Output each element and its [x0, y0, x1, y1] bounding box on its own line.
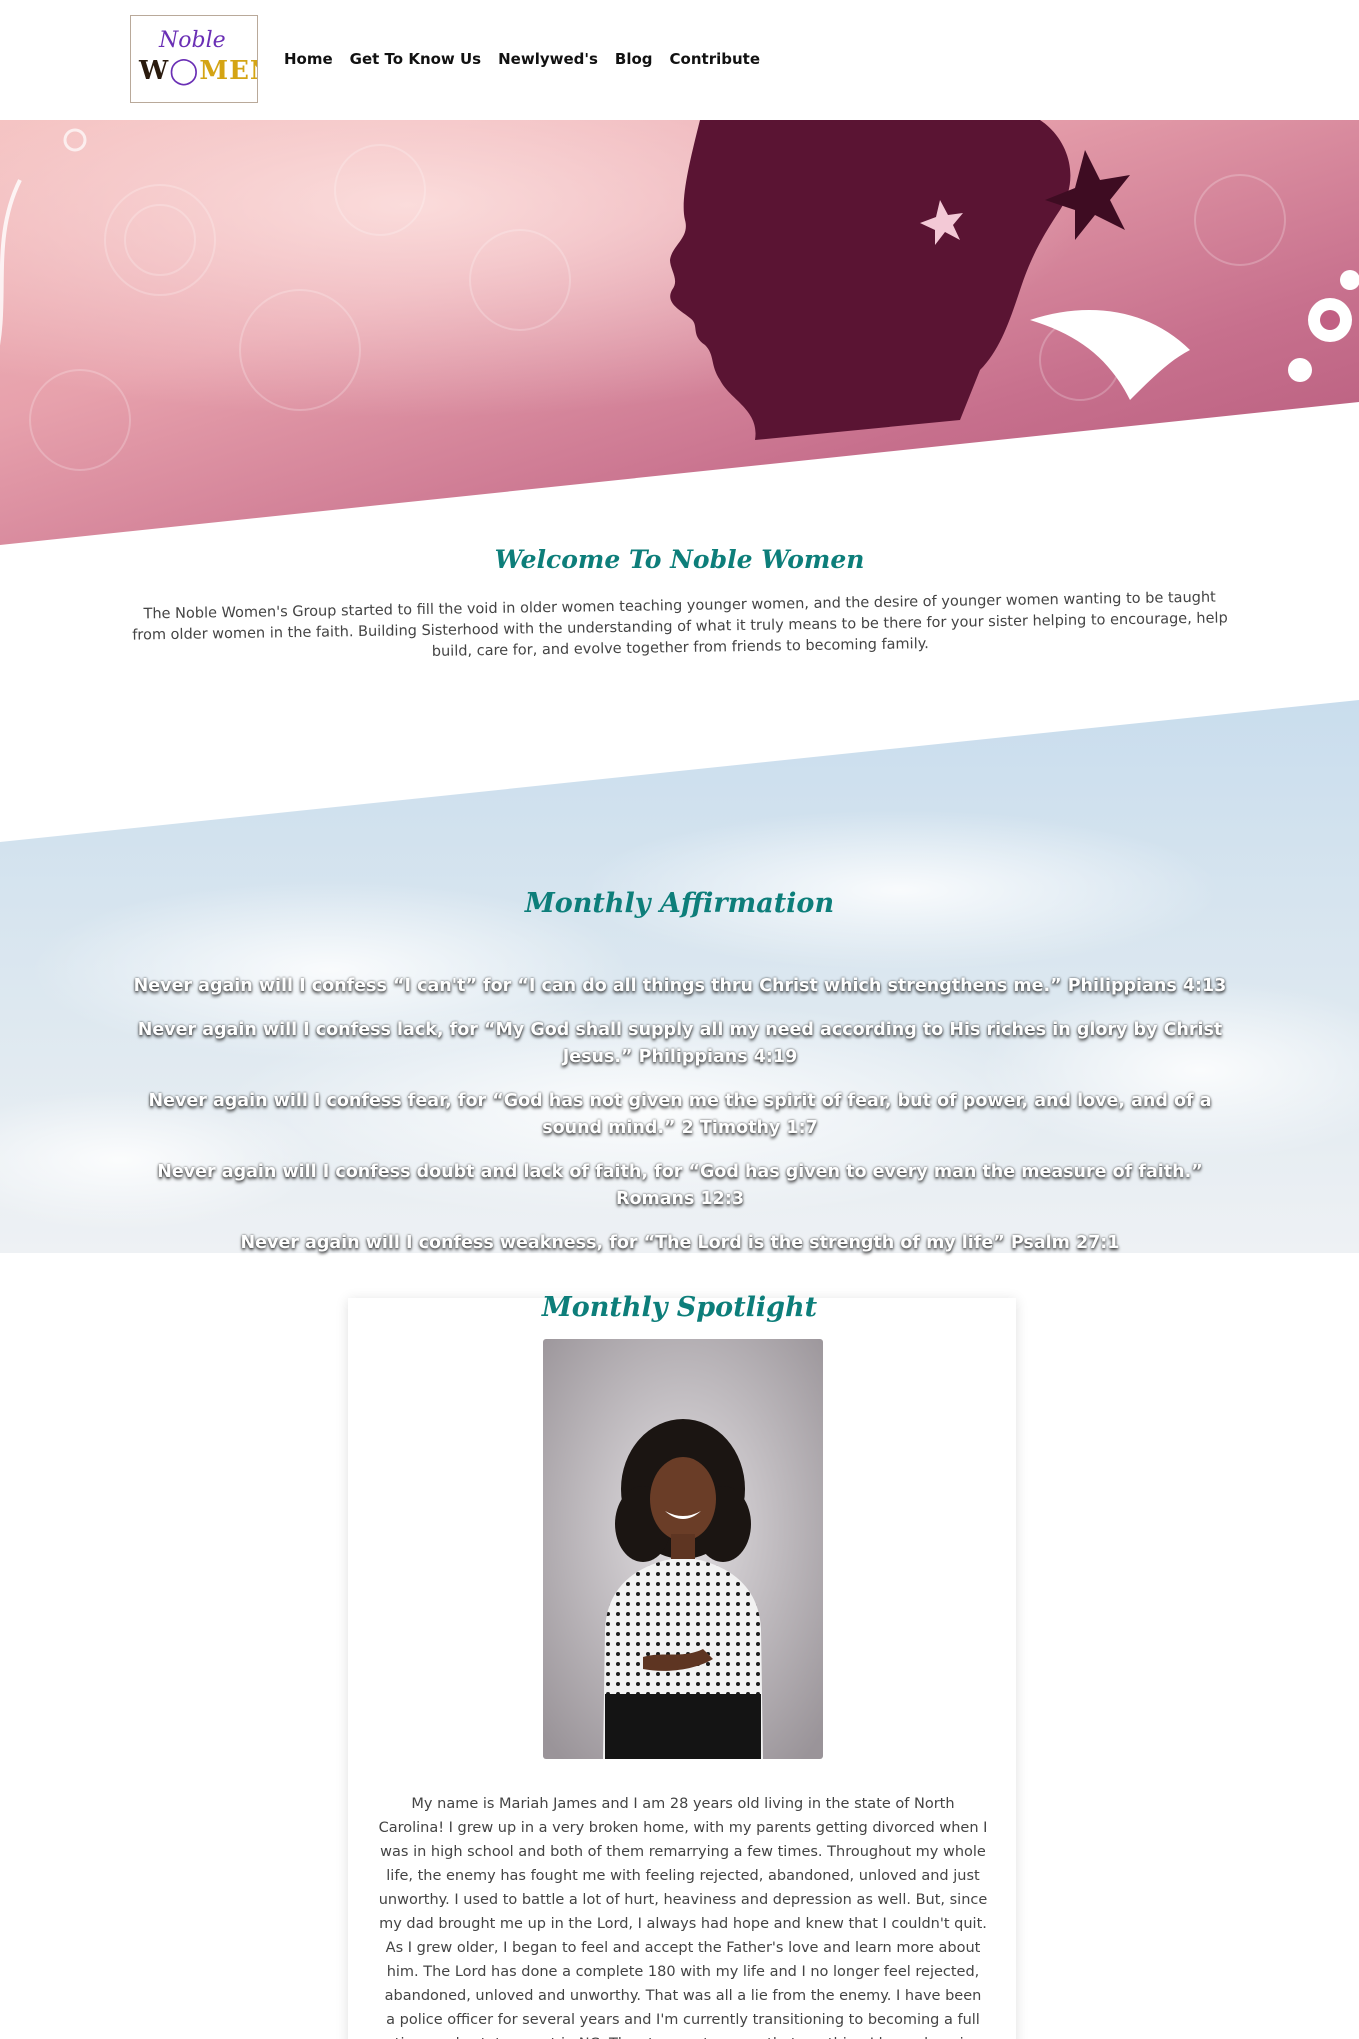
affirmation-line: Never again will I confess fear, for “Go…: [148, 1091, 1212, 1138]
spotlight-paragraph: My name is Mariah James and I am 28 year…: [378, 1796, 988, 2039]
nav-contribute[interactable]: Contribute: [670, 50, 760, 68]
nav-get-to-know-us[interactable]: Get To Know Us: [350, 50, 481, 68]
nav-home[interactable]: Home: [284, 50, 333, 68]
affirmation-list: Never again will I confess “I can't” for…: [120, 973, 1240, 1274]
nav-newlyweds[interactable]: Newlywed's: [498, 50, 598, 68]
site-logo[interactable]: Noble W◯MEN: [130, 15, 258, 103]
spotlight-photo: [543, 1339, 823, 1759]
main-nav: Home Get To Know Us Newlywed's Blog Cont…: [284, 50, 777, 68]
site-header: Noble W◯MEN Home Get To Know Us Newlywed…: [0, 0, 1359, 120]
affirmation-line: Never again will I confess lack, for “My…: [137, 1020, 1223, 1067]
hero-banner: [0, 120, 1359, 545]
affirmation-heading: Monthly Affirmation: [524, 888, 835, 919]
welcome-paragraph: The Noble Women's Group started to fill …: [132, 589, 1228, 660]
logo-noble-text: Noble: [159, 28, 226, 53]
spotlight-heading: Monthly Spotlight: [541, 1292, 818, 1323]
nav-blog[interactable]: Blog: [615, 50, 653, 68]
affirmation-line: Never again will I confess weakness, for…: [240, 1233, 1120, 1253]
affirmation-line: Never again will I confess “I can't” for…: [133, 976, 1227, 996]
welcome-heading: Welcome To Noble Women: [494, 545, 865, 574]
logo-women-text: W◯MEN: [139, 56, 257, 86]
portrait-image: [543, 1339, 823, 1759]
affirmation-line: Never again will I confess doubt and lac…: [157, 1162, 1203, 1209]
hero-illustration: [0, 120, 1359, 545]
